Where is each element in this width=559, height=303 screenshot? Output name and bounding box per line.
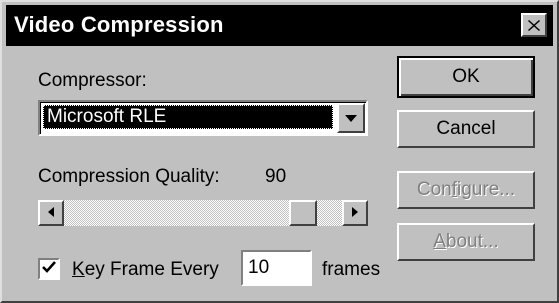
title-bar[interactable]: Video Compression bbox=[6, 5, 553, 46]
close-icon bbox=[528, 19, 540, 31]
arrow-left-icon bbox=[48, 204, 54, 222]
arrow-right-icon bbox=[352, 204, 358, 222]
cancel-button[interactable]: Cancel bbox=[397, 110, 535, 148]
close-button[interactable] bbox=[521, 13, 547, 37]
slider-right-button[interactable] bbox=[342, 200, 368, 226]
video-compression-dialog: Video Compression Compressor: Microsoft … bbox=[0, 0, 559, 303]
window-title: Video Compression bbox=[14, 12, 224, 37]
compression-quality-value: 90 bbox=[265, 166, 287, 187]
checkmark-icon bbox=[42, 260, 56, 278]
key-frame-interval-input[interactable] bbox=[241, 250, 312, 286]
slider-left-button[interactable] bbox=[38, 200, 64, 226]
about-button[interactable]: About... bbox=[397, 223, 535, 261]
slider-thumb[interactable] bbox=[289, 200, 317, 226]
compressor-select[interactable]: Microsoft RLE bbox=[38, 100, 368, 136]
compression-quality-label: Compression Quality: bbox=[38, 166, 220, 187]
slider-track[interactable] bbox=[64, 200, 342, 226]
compressor-label: Compressor: bbox=[38, 70, 147, 91]
ok-button[interactable]: OK bbox=[397, 56, 535, 98]
key-frame-label: Key Frame Every bbox=[72, 259, 219, 280]
frames-label: frames bbox=[322, 259, 381, 280]
key-frame-checkbox[interactable] bbox=[38, 258, 60, 280]
configure-button[interactable]: Con f igure... bbox=[397, 171, 535, 209]
compressor-dropdown-button[interactable] bbox=[337, 103, 365, 133]
chevron-down-icon bbox=[345, 109, 357, 127]
compression-quality-slider[interactable] bbox=[38, 200, 368, 226]
compressor-selected-value: Microsoft RLE bbox=[43, 105, 333, 129]
